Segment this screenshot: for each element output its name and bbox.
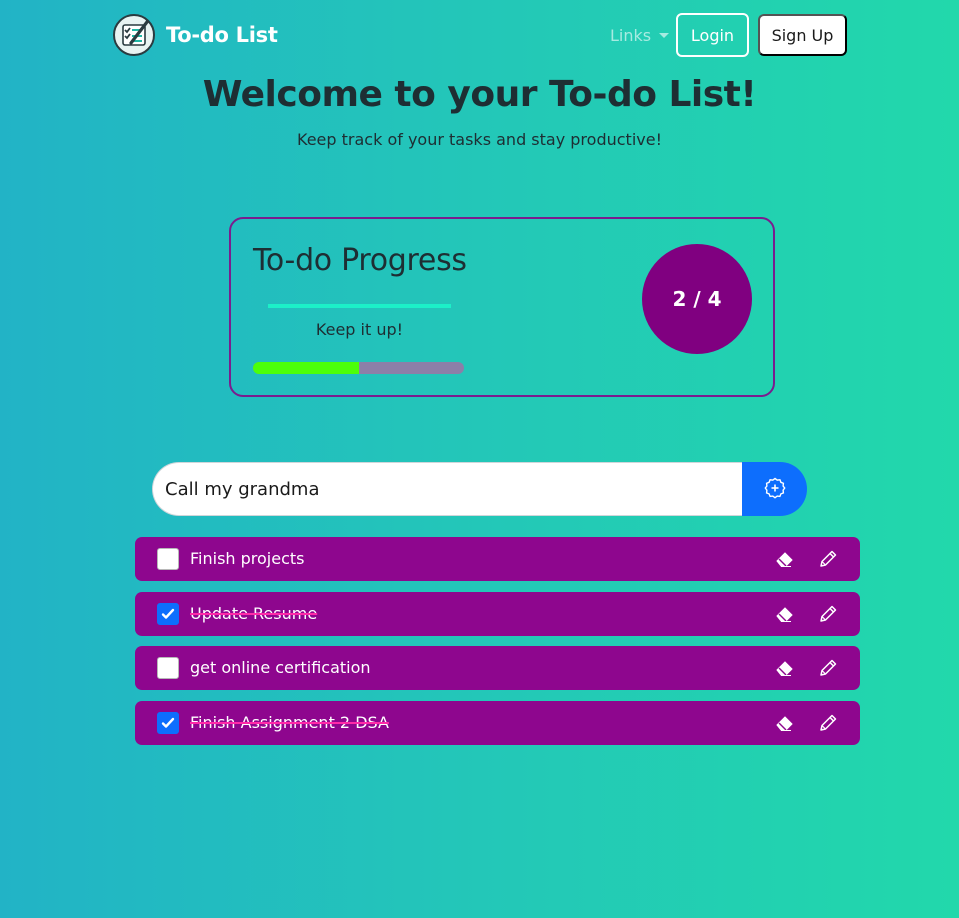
todo-checkbox[interactable]	[157, 657, 179, 679]
eraser-icon[interactable]	[775, 714, 795, 732]
links-dropdown[interactable]: Links	[610, 26, 670, 45]
task-input[interactable]	[152, 462, 743, 516]
progress-title: To-do Progress	[253, 243, 467, 278]
todo-text: Update Resume	[190, 603, 318, 623]
eraser-icon[interactable]	[775, 550, 795, 568]
add-task-form	[152, 462, 807, 516]
eraser-icon[interactable]	[775, 605, 795, 623]
progress-message: Keep it up!	[315, 320, 404, 339]
add-circle-icon	[763, 477, 786, 502]
progress-bar	[253, 362, 464, 374]
todo-item: Finish projects	[135, 537, 860, 581]
todo-text: Finish projects	[190, 549, 305, 568]
caret-down-icon	[659, 33, 670, 38]
pencil-icon[interactable]	[818, 604, 838, 624]
checklist-icon	[113, 14, 155, 56]
todo-list: Finish projects Update Resume get online c…	[135, 537, 860, 755]
checkmark-icon	[161, 608, 175, 619]
page-subtitle: Keep track of your tasks and stay produc…	[297, 130, 662, 149]
progress-count-badge: 2 / 4	[642, 244, 752, 354]
todo-item: Finish Assignment 2 DSA	[135, 700, 860, 745]
links-dropdown-label: Links	[610, 26, 652, 45]
todo-item: Update Resume	[135, 591, 860, 636]
brand[interactable]: To-do List	[113, 14, 278, 56]
todo-text: Finish Assignment 2 DSA	[190, 712, 389, 732]
login-button[interactable]: Login	[676, 13, 749, 57]
progress-bar-fill	[253, 362, 359, 374]
checkmark-icon	[161, 717, 175, 728]
todo-checkbox[interactable]	[157, 711, 179, 734]
progress-title-underline	[268, 304, 451, 308]
eraser-icon[interactable]	[775, 659, 795, 677]
todo-checkbox[interactable]	[157, 548, 179, 570]
navbar: To-do List Links Login Sign Up	[0, 0, 959, 72]
brand-name: To-do List	[166, 23, 278, 47]
progress-card: To-do Progress Keep it up! 2 / 4	[229, 217, 775, 397]
pencil-icon[interactable]	[818, 713, 838, 733]
pencil-icon[interactable]	[818, 658, 838, 678]
add-task-button[interactable]	[742, 462, 807, 516]
todo-checkbox[interactable]	[157, 602, 179, 625]
todo-text: get online certification	[190, 658, 371, 677]
progress-count: 2 / 4	[672, 287, 722, 311]
pencil-icon[interactable]	[818, 549, 838, 569]
page-title: Welcome to your To-do List!	[202, 74, 757, 115]
todo-item: get online certification	[135, 646, 860, 690]
signup-button[interactable]: Sign Up	[758, 14, 847, 56]
